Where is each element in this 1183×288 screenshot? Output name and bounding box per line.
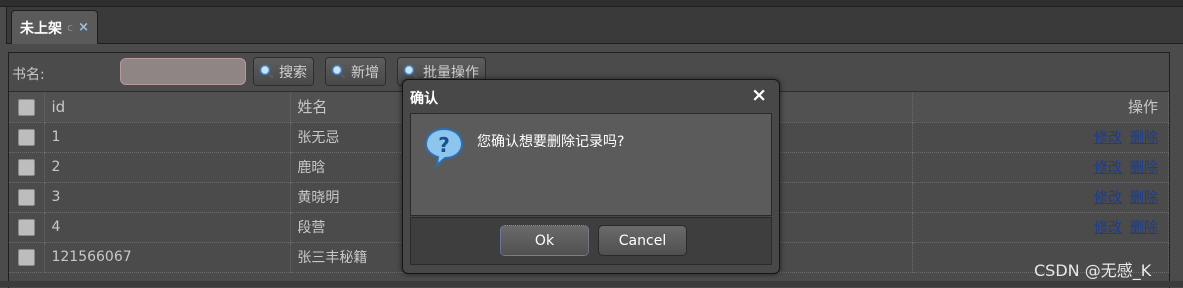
cancel-button[interactable]: Cancel [598,225,687,256]
cell-id: 4 [44,212,292,243]
close-icon[interactable]: × [78,20,89,35]
row-select-cell [9,242,46,273]
search-button[interactable]: 搜索 [253,57,314,86]
header-operations: 操作 [912,92,1169,123]
row-select-cell [9,152,46,183]
row-checkbox[interactable] [18,218,36,236]
add-button[interactable]: 新增 [325,57,386,86]
confirm-dialog: 确认 × ? 您确认想要删除记录吗? Ok Cancel [402,79,780,274]
tab-strip: 未上架 c × [6,6,1183,44]
watermark: CSDN @无感_K [1034,261,1152,280]
magnifier-icon [259,64,274,79]
footer-strip [0,281,1183,287]
tab-unlisted[interactable]: 未上架 c × [11,10,98,44]
refresh-icon[interactable]: c [67,21,73,34]
row-select-cell [9,182,46,213]
header-id: id [44,92,292,123]
question-icon: ? [424,127,464,168]
row-checkbox[interactable] [18,158,36,176]
row-checkbox[interactable] [18,188,36,206]
cell-actions: 修改 删除 [912,122,1169,153]
cell-actions: 修改 删除 [912,182,1169,213]
cell-id: 1 [44,122,292,153]
book-name-input[interactable] [120,58,246,85]
delete-link[interactable]: 删除 [1130,130,1158,146]
tab-title: 未上架 [20,20,62,37]
dialog-body: ? 您确认想要删除记录吗? [410,113,772,216]
select-all-checkbox[interactable] [18,98,36,116]
select-all-cell [9,92,46,123]
edit-link[interactable]: 修改 [1094,190,1122,206]
cell-actions: 修改 删除 [912,212,1169,243]
cell-id: 121566067 [44,242,292,273]
close-icon[interactable]: × [751,84,767,106]
magnifier-icon [331,64,346,79]
dialog-message: 您确认想要删除记录吗? [477,134,625,150]
dialog-footer: Ok Cancel [410,217,772,265]
dialog-title: 确认 [410,91,438,107]
delete-link[interactable]: 删除 [1130,220,1158,236]
row-checkbox[interactable] [18,128,36,146]
cell-actions: 修改 删除 [912,152,1169,183]
row-select-cell [9,212,46,243]
cell-id: 2 [44,152,292,183]
ok-button[interactable]: Ok [500,225,589,256]
add-button-label: 新增 [351,64,379,81]
book-name-label: 书名: [12,67,45,83]
row-select-cell [9,122,46,153]
edit-link[interactable]: 修改 [1094,220,1122,236]
row-checkbox[interactable] [18,248,36,266]
edit-link[interactable]: 修改 [1094,130,1122,146]
edit-link[interactable]: 修改 [1094,160,1122,176]
delete-link[interactable]: 删除 [1130,190,1158,206]
svg-text:?: ? [438,133,450,157]
search-button-label: 搜索 [279,64,307,81]
magnifier-icon [403,64,418,79]
delete-link[interactable]: 删除 [1130,160,1158,176]
cell-id: 3 [44,182,292,213]
